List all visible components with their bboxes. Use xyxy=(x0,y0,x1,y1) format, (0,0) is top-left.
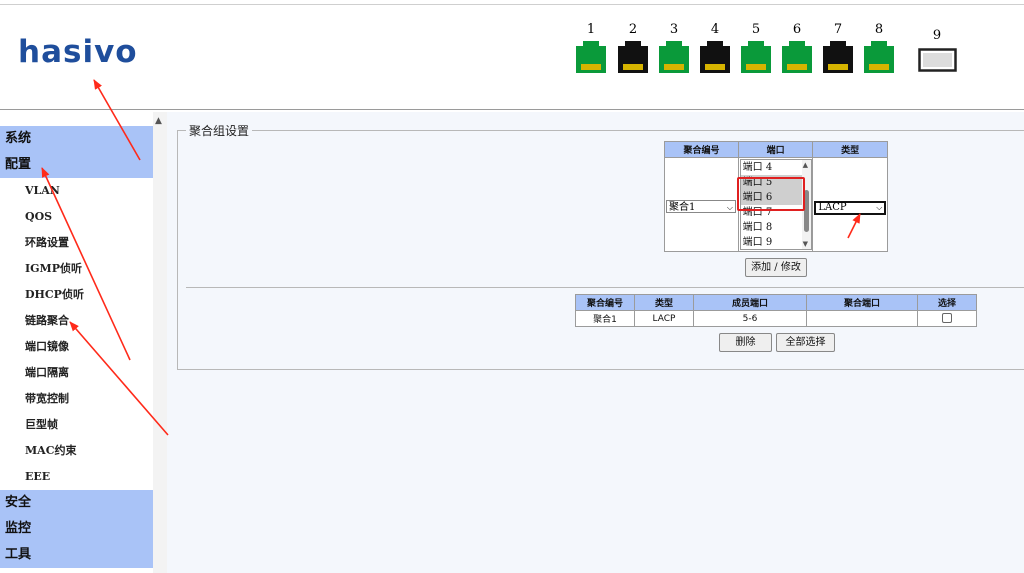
header-select: 选择 xyxy=(917,294,977,311)
port-number: 5 xyxy=(751,22,761,37)
rj45-port-icon xyxy=(659,41,689,73)
cell-type: LACP xyxy=(634,310,694,327)
sidebar-item-vlan[interactable]: VLAN xyxy=(0,178,153,204)
sidebar: 系统 配置 VLAN QOS 环路设置 IGMP侦听 DHCP侦听 链路聚合 端… xyxy=(0,112,153,573)
sidebar-item-eee[interactable]: EEE xyxy=(0,464,153,490)
port-number: 1 xyxy=(586,22,596,37)
group-select[interactable]: 聚合1 ⌵ xyxy=(666,200,736,213)
cell-select xyxy=(917,310,977,327)
port-number: 4 xyxy=(710,22,720,37)
port-number: 2 xyxy=(628,22,638,37)
scroll-up-arrow-icon[interactable]: ▲ xyxy=(803,161,808,169)
type-select-value: LACP xyxy=(818,201,847,213)
sidebar-item-igmp[interactable]: IGMP侦听 xyxy=(0,256,153,282)
sidebar-item-mac-limit[interactable]: MAC约束 xyxy=(0,438,153,464)
sidebar-item-port-isolation[interactable]: 端口隔离 xyxy=(0,360,153,386)
port-number: 8 xyxy=(874,22,884,37)
config-submenu: VLAN QOS 环路设置 IGMP侦听 DHCP侦听 链路聚合 端口镜像 端口… xyxy=(0,178,153,490)
port-7[interactable]: 7 xyxy=(819,22,857,77)
sidebar-item-link-aggregation[interactable]: 链路聚合 xyxy=(0,308,153,334)
sidebar-item-qos[interactable]: QOS xyxy=(0,204,153,230)
port-1[interactable]: 1 xyxy=(572,22,610,77)
port-option-4[interactable]: 端口 4 xyxy=(741,160,811,175)
sidebar-group-security[interactable]: 安全 xyxy=(0,490,153,516)
group-select-cell: 聚合1 ⌵ xyxy=(664,157,739,252)
port-6[interactable]: 6 xyxy=(778,22,816,77)
table-row: 聚合1 LACP 5-6 xyxy=(575,310,977,327)
chevron-down-icon: ⌵ xyxy=(726,203,733,212)
rj45-port-icon xyxy=(864,41,894,73)
port-3[interactable]: 3 xyxy=(655,22,693,77)
brand-logo: hasivo xyxy=(18,34,138,70)
port-8[interactable]: 8 xyxy=(860,22,898,77)
sidebar-group-system[interactable]: 系统 xyxy=(0,126,153,152)
port-4[interactable]: 4 xyxy=(696,22,734,77)
rj45-port-icon xyxy=(823,41,853,73)
sidebar-item-jumbo-frame[interactable]: 巨型帧 xyxy=(0,412,153,438)
cell-aggregation-port xyxy=(806,310,918,327)
chevron-down-icon: ⌵ xyxy=(876,202,883,212)
sidebar-scrollbar[interactable]: ▲ xyxy=(153,112,167,573)
header-member-ports: 成员端口 xyxy=(693,294,807,311)
select-all-button[interactable]: 全部选择 xyxy=(776,333,835,352)
port-status-panel: 1 2 3 4 5 6 7 8 9 xyxy=(570,22,970,82)
port-number: 6 xyxy=(792,22,802,37)
type-select[interactable]: LACP ⌵ xyxy=(814,200,887,215)
sidebar-item-bandwidth[interactable]: 带宽控制 xyxy=(0,386,153,412)
rj45-port-icon xyxy=(741,41,771,73)
row-select-checkbox[interactable] xyxy=(942,313,952,324)
sidebar-item-loop[interactable]: 环路设置 xyxy=(0,230,153,256)
selected-ports-highlight xyxy=(737,177,805,211)
header-aggregation-port: 聚合端口 xyxy=(806,294,918,311)
scroll-down-arrow-icon[interactable]: ▼ xyxy=(803,240,808,248)
type-select-cell: LACP ⌵ xyxy=(812,157,888,252)
port-9[interactable]: 9 xyxy=(918,22,957,77)
port-number: 3 xyxy=(669,22,679,37)
header-port: 端口 xyxy=(737,141,814,158)
aggregation-fieldset xyxy=(177,130,1024,370)
sidebar-group-monitor[interactable]: 监控 xyxy=(0,516,153,542)
header-type: 类型 xyxy=(812,141,888,158)
rj45-port-icon xyxy=(782,41,812,73)
group-select-value: 聚合1 xyxy=(669,202,696,213)
rj45-port-icon xyxy=(700,41,730,73)
scroll-up-arrow-icon[interactable]: ▲ xyxy=(155,116,162,126)
header-separator xyxy=(0,109,1024,110)
header-type: 类型 xyxy=(634,294,694,311)
sidebar-group-config[interactable]: 配置 xyxy=(0,152,153,178)
aggregation-groups-table: 聚合编号 类型 成员端口 聚合端口 选择 聚合1 LACP 5-6 xyxy=(575,294,977,327)
top-border xyxy=(0,4,1024,5)
sidebar-item-dhcp[interactable]: DHCP侦听 xyxy=(0,282,153,308)
delete-button[interactable]: 删除 xyxy=(719,333,772,352)
rj45-port-icon xyxy=(618,41,648,73)
cell-group-id: 聚合1 xyxy=(575,310,635,327)
fieldset-legend: 聚合组设置 xyxy=(186,122,253,139)
section-separator xyxy=(186,287,1024,288)
sfp-port-icon xyxy=(918,48,957,72)
sidebar-group-tools[interactable]: 工具 xyxy=(0,542,153,568)
port-2[interactable]: 2 xyxy=(614,22,652,77)
port-5[interactable]: 5 xyxy=(737,22,775,77)
port-option-8[interactable]: 端口 8 xyxy=(741,220,811,235)
main-content xyxy=(167,112,1024,573)
port-number: 7 xyxy=(833,22,843,37)
add-modify-button[interactable]: 添加 / 修改 xyxy=(745,258,807,277)
header-group-id: 聚合编号 xyxy=(575,294,635,311)
header-group-id: 聚合编号 xyxy=(664,141,739,158)
sidebar-item-port-mirror[interactable]: 端口镜像 xyxy=(0,334,153,360)
rj45-port-icon xyxy=(576,41,606,73)
cell-member-ports: 5-6 xyxy=(693,310,807,327)
port-option-9[interactable]: 端口 9 xyxy=(741,235,811,249)
